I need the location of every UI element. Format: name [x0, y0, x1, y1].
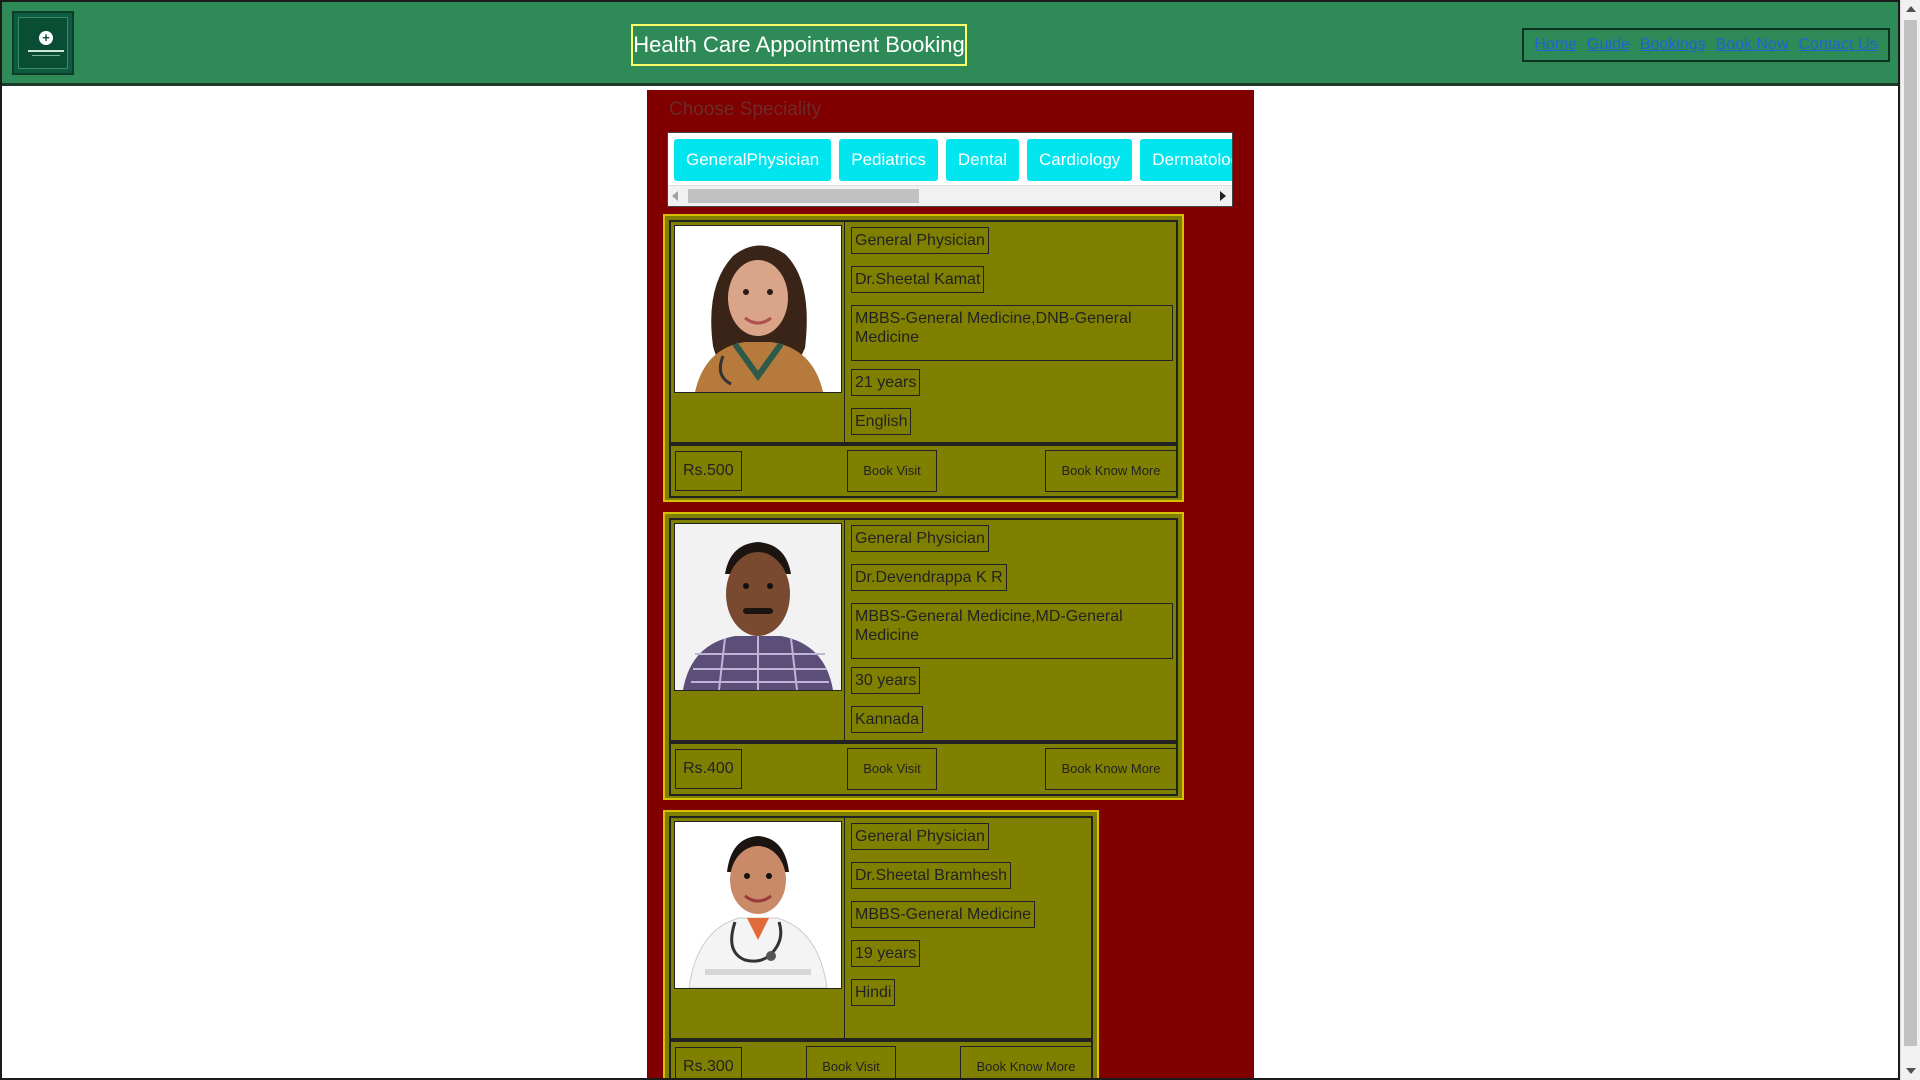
logo-text-line-icon — [28, 50, 64, 52]
speciality-selector: GeneralPhysician Pediatrics Dental Cardi… — [667, 132, 1233, 207]
doctor-details: General Physician Dr.Sheetal Bramhesh MB… — [669, 816, 1093, 1040]
doctor-experience: 19 years — [851, 940, 921, 967]
doctor-booking-bar: Rs.300 Book Visit Book Know More — [669, 1040, 1093, 1078]
speciality-horizontal-scrollbar[interactable] — [668, 185, 1232, 206]
logo[interactable]: + — [12, 11, 74, 75]
doctor-card: General Physician Dr.Sheetal Kamat MBBS-… — [663, 214, 1184, 502]
doctor-qualification: MBBS-General Medicine — [851, 901, 1036, 928]
doctor-photo — [674, 523, 842, 691]
speciality-general-physician-button[interactable]: GeneralPhysician — [674, 139, 832, 181]
doctor-card: General Physician Dr.Devendrappa K R MBB… — [663, 512, 1184, 800]
doctor-details: General Physician Dr.Devendrappa K R MBB… — [669, 518, 1178, 742]
nav-book-now-link[interactable]: Book Now — [1716, 36, 1789, 54]
doctor-language: Kannada — [851, 706, 924, 733]
book-know-more-button[interactable]: Book Know More — [960, 1046, 1092, 1078]
logo-subtext-line-icon — [32, 55, 60, 56]
female-doctor-portrait-icon — [675, 226, 841, 392]
doctor-speciality: General Physician — [851, 227, 989, 254]
doctor-info: General Physician Dr.Sheetal Bramhesh MB… — [845, 818, 1091, 1038]
speciality-cardiology-button[interactable]: Cardiology — [1027, 139, 1133, 181]
doctor-photo — [674, 225, 842, 393]
doctor-speciality: General Physician — [851, 823, 989, 850]
speciality-dental-button[interactable]: Dental — [945, 139, 1020, 181]
doctor-card: General Physician Dr.Sheetal Bramhesh MB… — [663, 810, 1099, 1078]
book-know-more-button[interactable]: Book Know More — [1045, 450, 1177, 492]
speciality-button-row: GeneralPhysician Pediatrics Dental Cardi… — [674, 139, 1232, 181]
nav-contact-us-link[interactable]: Contact Us — [1799, 36, 1878, 54]
speciality-dermatology-button[interactable]: Dermatology — [1140, 139, 1232, 181]
scroll-down-arrow-icon[interactable] — [1906, 1068, 1916, 1074]
nav-home-link[interactable]: Home — [1534, 36, 1577, 54]
book-know-more-button[interactable]: Book Know More — [1045, 748, 1177, 790]
nav-guide-link[interactable]: Guide — [1587, 36, 1630, 54]
page: + Health Care Appointment Booking Home G… — [0, 0, 1900, 1080]
logo-badge: + — [18, 17, 68, 69]
consultation-fee: Rs.300 — [675, 1047, 742, 1078]
doctor-photo-cell — [671, 818, 845, 1038]
book-visit-button[interactable]: Book Visit — [806, 1046, 896, 1078]
doctor-listing-panel: Choose Speciality GeneralPhysician Pedia… — [647, 90, 1254, 1078]
speciality-scroll-thumb[interactable] — [688, 189, 919, 203]
doctor-name: Dr.Devendrappa K R — [851, 564, 1007, 591]
doctor-experience: 30 years — [851, 667, 921, 694]
doctor-experience: 21 years — [851, 369, 921, 396]
page-vertical-scrollbar[interactable] — [1900, 0, 1920, 1080]
page-scroll-thumb[interactable] — [1904, 20, 1917, 1046]
doctor-info: General Physician Dr.Sheetal Kamat MBBS-… — [845, 222, 1176, 442]
nav-bookings-link[interactable]: Bookings — [1640, 36, 1706, 54]
top-nav: Home Guide Bookings Book Now Contact Us — [1522, 28, 1890, 62]
speciality-pediatrics-button[interactable]: Pediatrics — [839, 139, 938, 181]
site-title: Health Care Appointment Booking — [631, 24, 967, 66]
doctor-info: General Physician Dr.Devendrappa K R MBB… — [845, 520, 1176, 740]
doctor-qualification: MBBS-General Medicine,MD-General Medicin… — [851, 603, 1173, 659]
doctor-photo-cell — [671, 520, 845, 740]
doctor-photo-cell — [671, 222, 845, 442]
doctor-photo — [674, 821, 842, 989]
speciality-heading: Choose Speciality — [669, 99, 822, 120]
female-doctor-coat-portrait-icon — [675, 822, 841, 988]
medical-cross-icon: + — [39, 31, 53, 45]
doctor-language: English — [851, 408, 912, 435]
doctor-booking-bar: Rs.500 Book Visit Book Know More — [669, 444, 1178, 498]
book-visit-button[interactable]: Book Visit — [847, 748, 937, 790]
doctor-name: Dr.Sheetal Kamat — [851, 266, 985, 293]
scroll-up-arrow-icon[interactable] — [1906, 6, 1916, 12]
doctor-name: Dr.Sheetal Bramhesh — [851, 862, 1012, 889]
scroll-right-arrow-icon[interactable] — [1220, 191, 1226, 201]
consultation-fee: Rs.400 — [675, 749, 742, 789]
doctor-speciality: General Physician — [851, 525, 989, 552]
male-doctor-portrait-icon — [675, 524, 841, 690]
doctor-language: Hindi — [851, 979, 896, 1006]
doctor-booking-bar: Rs.400 Book Visit Book Know More — [669, 742, 1178, 796]
scroll-left-arrow-icon[interactable] — [672, 191, 678, 201]
consultation-fee: Rs.500 — [675, 451, 742, 491]
doctor-qualification: MBBS-General Medicine,DNB-General Medici… — [851, 305, 1173, 361]
book-visit-button[interactable]: Book Visit — [847, 450, 937, 492]
header-bar: + Health Care Appointment Booking Home G… — [2, 2, 1898, 86]
doctor-details: General Physician Dr.Sheetal Kamat MBBS-… — [669, 220, 1178, 444]
